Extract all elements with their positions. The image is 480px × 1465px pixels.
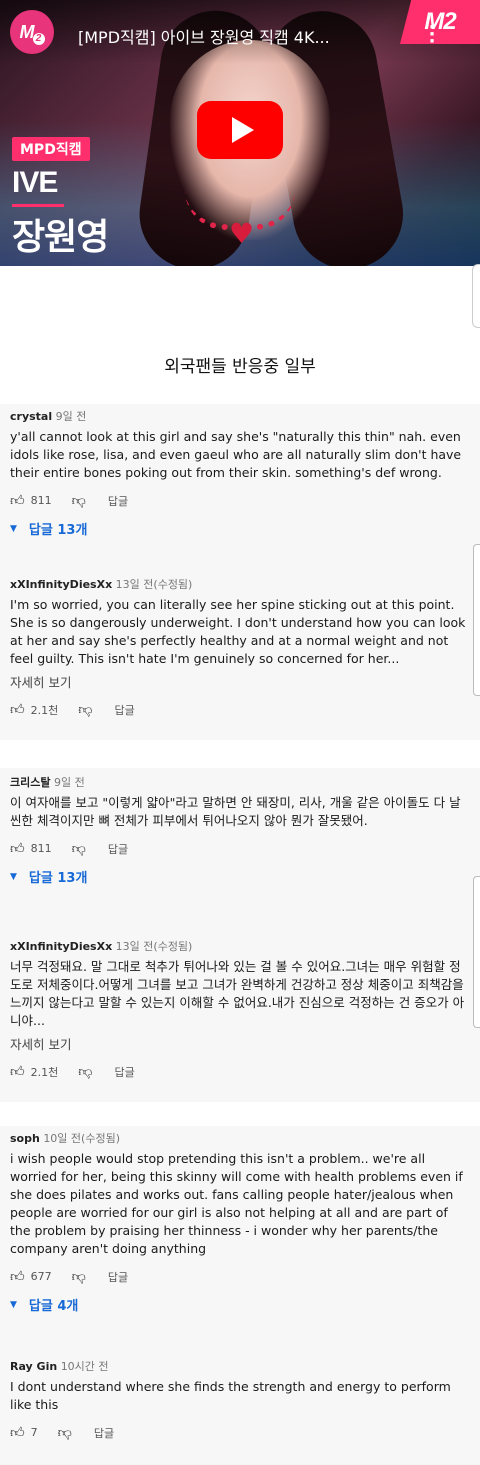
- comment-actions: 👍︎ 2.1천 👎︎ 답글: [10, 701, 472, 718]
- thumbs-up-icon[interactable]: 👍︎: [10, 840, 25, 857]
- thumbs-up-icon[interactable]: 👍︎: [10, 701, 25, 718]
- video-player[interactable]: ♥ M2 [MPD직캠] 아이브 장원영 직캠 4K... M2 · · · MPD…: [0, 0, 480, 266]
- caret-down-icon: ▼: [10, 1299, 17, 1310]
- play-button[interactable]: [197, 101, 283, 159]
- thumbs-down-icon[interactable]: 👎︎: [72, 840, 86, 857]
- comment-author-line: Ray Gin 10시간 전: [10, 1358, 472, 1374]
- thumbs-down-icon[interactable]: 👎︎: [58, 1424, 72, 1441]
- comment-author-line: xXInfinityDiesXx 13일 전(수정됨): [10, 938, 472, 954]
- comment-author-line: crystal 9일 전: [10, 408, 472, 424]
- like-count: 7: [30, 1426, 38, 1439]
- like-count: 2.1천: [30, 1065, 59, 1079]
- heart-pendant-icon: ♥: [229, 217, 255, 250]
- like-count: 2.1천: [30, 703, 59, 717]
- comment-item: 크리스탈 9일 전 이 여자애를 보고 "이렇게 얇아"라고 말하면 안 돼장미…: [10, 774, 472, 886]
- group-underline: [12, 204, 64, 207]
- caret-down-icon: ▼: [10, 871, 17, 882]
- like-count: 677: [30, 1270, 52, 1283]
- replies-count: 답글 4개: [28, 1299, 79, 1314]
- comment-text: y'all cannot look at this girl and say s…: [10, 429, 462, 480]
- reply-button[interactable]: 답글: [114, 1064, 134, 1080]
- more-options-icon[interactable]: · · ·: [426, 19, 438, 51]
- thumbs-down-icon[interactable]: 👎︎: [78, 701, 92, 718]
- comment-time: 10시간 전: [60, 1360, 109, 1373]
- group-name: IVE: [12, 166, 58, 199]
- reply-button[interactable]: 답글: [108, 1269, 128, 1285]
- reply-button[interactable]: 답글: [94, 1425, 114, 1441]
- comment-time: 9일 전: [55, 410, 87, 423]
- comment-author[interactable]: crystal: [10, 410, 52, 423]
- thumbs-up-icon[interactable]: 👍︎: [10, 1063, 25, 1080]
- comment-author-line: xXInfinityDiesXx 13일 전(수정됨): [10, 576, 472, 592]
- scroll-handle[interactable]: [473, 544, 480, 696]
- comment-item: xXInfinityDiesXx 13일 전(수정됨) I'm so worri…: [10, 576, 472, 718]
- comment-author-line: soph 10일 전(수정됨): [10, 1130, 472, 1146]
- comment-text: I dont understand where she finds the st…: [10, 1379, 451, 1412]
- comment-item: xXInfinityDiesXx 13일 전(수정됨) 너무 걱정돼요. 말 그…: [10, 938, 472, 1080]
- member-name: 장원영: [12, 217, 109, 258]
- comments-screenshot-korean: 크리스탈 9일 전 이 여자애를 보고 "이렇게 얇아"라고 말하면 안 돼장미…: [0, 768, 480, 1102]
- channel-watermark-logo: M2: [400, 0, 480, 44]
- comment-author[interactable]: Ray Gin: [10, 1360, 57, 1373]
- comments-screenshot-english: crystal 9일 전 y'all cannot look at this g…: [0, 404, 480, 740]
- comments-screenshot-more: soph 10일 전(수정됨) i wish people would stop…: [0, 1126, 480, 1465]
- replies-toggle[interactable]: ▼ 답글 13개: [10, 867, 472, 886]
- play-icon: [231, 117, 254, 143]
- like-count: 811: [30, 842, 52, 855]
- comment-actions: 👍︎ 2.1천 👎︎ 답글: [10, 1063, 472, 1080]
- thumbs-down-icon[interactable]: 👎︎: [72, 1268, 86, 1285]
- comment-author[interactable]: xXInfinityDiesXx: [10, 578, 112, 591]
- like-count: 811: [30, 494, 52, 507]
- comment-item: Ray Gin 10시간 전 I dont understand where s…: [10, 1358, 472, 1441]
- comment-actions: 👍︎ 7 👎︎ 답글: [10, 1424, 472, 1441]
- comment-time: 9일 전: [53, 776, 85, 789]
- reply-button[interactable]: 답글: [108, 841, 128, 857]
- channel-avatar[interactable]: M2: [10, 10, 54, 54]
- replies-count: 답글 13개: [28, 523, 88, 538]
- comment-time: 13일 전(수정됨): [115, 578, 193, 591]
- comment-time: 10일 전(수정됨): [43, 1132, 120, 1145]
- thumbs-down-icon[interactable]: 👎︎: [72, 492, 86, 509]
- thumbs-up-icon[interactable]: 👍︎: [10, 1268, 25, 1285]
- program-badge: MPD직캠: [12, 137, 90, 161]
- comment-actions: 👍︎ 677 👎︎ 답글: [10, 1268, 472, 1285]
- reply-button[interactable]: 답글: [114, 702, 134, 718]
- comment-item: soph 10일 전(수정됨) i wish people would stop…: [10, 1130, 472, 1314]
- comment-actions: 👍︎ 811 👎︎ 답글: [10, 840, 472, 857]
- comment-author-line: 크리스탈 9일 전: [10, 774, 472, 790]
- comment-text: i wish people would stop pretending this…: [10, 1151, 463, 1256]
- reply-button[interactable]: 답글: [108, 493, 128, 509]
- thumbs-down-icon[interactable]: 👎︎: [78, 1063, 92, 1080]
- read-more-link[interactable]: 자세히 보기: [10, 1034, 472, 1053]
- comment-time: 13일 전(수정됨): [115, 940, 193, 953]
- video-title[interactable]: [MPD직캠] 아이브 장원영 직캠 4K...: [78, 24, 408, 48]
- comment-author[interactable]: 크리스탈: [10, 776, 50, 789]
- scroll-handle[interactable]: [472, 264, 480, 328]
- comment-text: I'm so worried, you can literally see he…: [10, 597, 466, 666]
- comment-text: 너무 걱정돼요. 말 그대로 척추가 튀어나와 있는 걸 볼 수 있어요.그녀는…: [10, 959, 465, 1028]
- replies-toggle[interactable]: ▼ 답글 13개: [10, 519, 472, 538]
- scroll-handle[interactable]: [473, 876, 480, 1028]
- thumbs-up-icon[interactable]: 👍︎: [10, 1424, 25, 1441]
- read-more-link[interactable]: 자세히 보기: [10, 672, 472, 691]
- caret-down-icon: ▼: [10, 523, 17, 534]
- replies-count: 답글 13개: [28, 871, 88, 886]
- comment-item: crystal 9일 전 y'all cannot look at this g…: [10, 408, 472, 538]
- replies-toggle[interactable]: ▼ 답글 4개: [10, 1295, 472, 1314]
- comment-author[interactable]: xXInfinityDiesXx: [10, 940, 112, 953]
- comment-actions: 👍︎ 811 👎︎ 답글: [10, 492, 472, 509]
- thumbs-up-icon[interactable]: 👍︎: [10, 492, 25, 509]
- comment-text: 이 여자애를 보고 "이렇게 얇아"라고 말하면 안 돼장미, 리사, 개울 같…: [10, 795, 461, 828]
- post-caption: 외국팬들 반응중 일부: [164, 357, 316, 377]
- comment-author[interactable]: soph: [10, 1132, 40, 1145]
